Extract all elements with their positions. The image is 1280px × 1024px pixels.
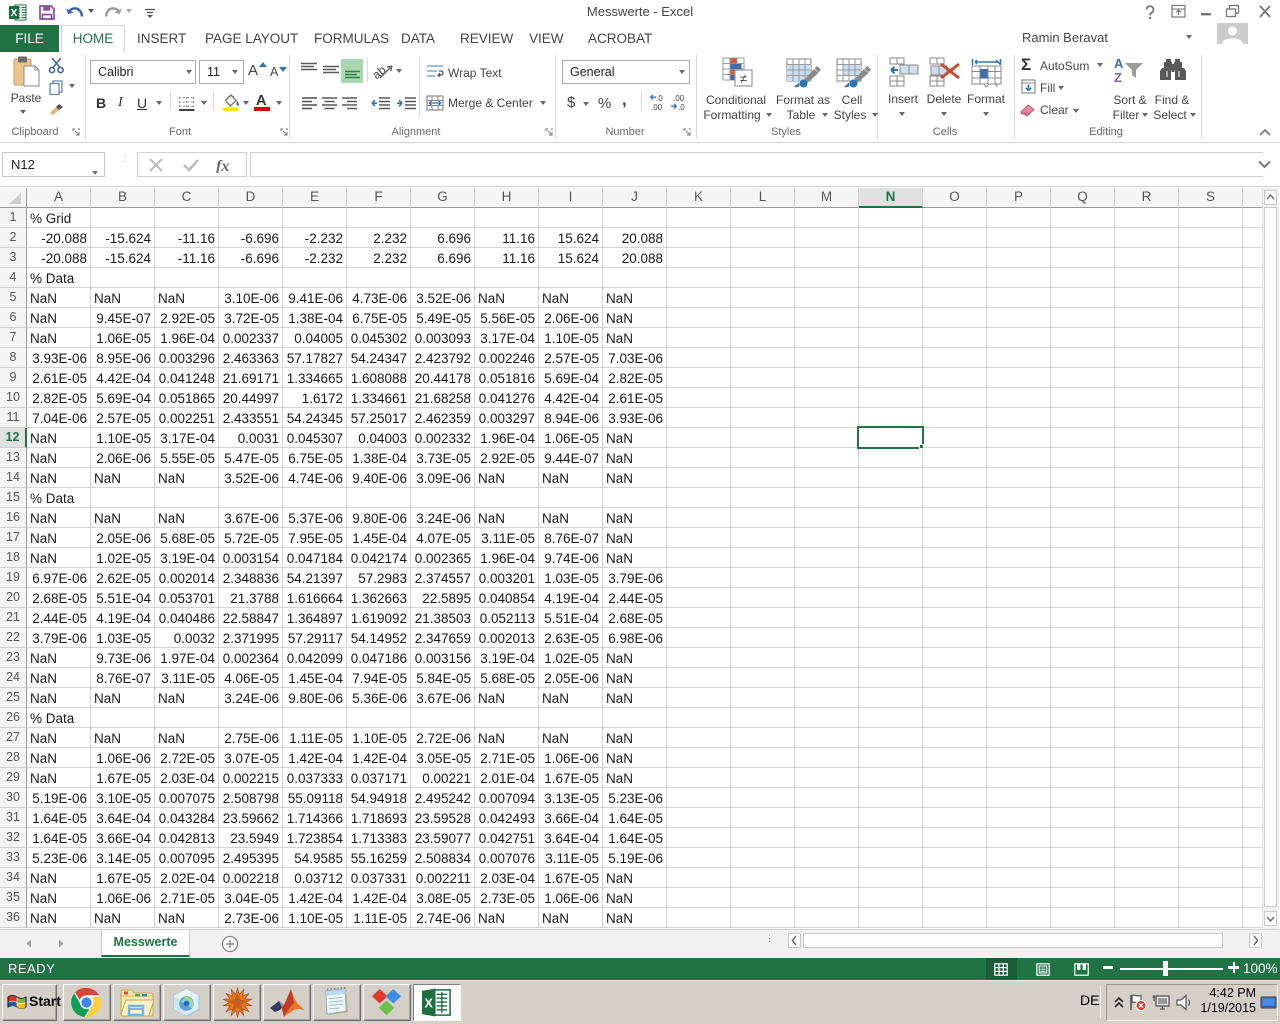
svg-text:.00: .00 bbox=[673, 94, 685, 103]
svg-text:A: A bbox=[1114, 57, 1124, 71]
svg-text:fx: fx bbox=[216, 158, 229, 173]
svg-text:X: X bbox=[425, 996, 434, 1010]
svg-text:.00: .00 bbox=[651, 103, 663, 111]
svg-text:.0: .0 bbox=[656, 94, 663, 103]
svg-text:≠: ≠ bbox=[740, 71, 747, 86]
svg-text:.0: .0 bbox=[678, 103, 685, 111]
svg-text:Z: Z bbox=[1114, 70, 1122, 83]
svg-text:X: X bbox=[11, 8, 18, 19]
